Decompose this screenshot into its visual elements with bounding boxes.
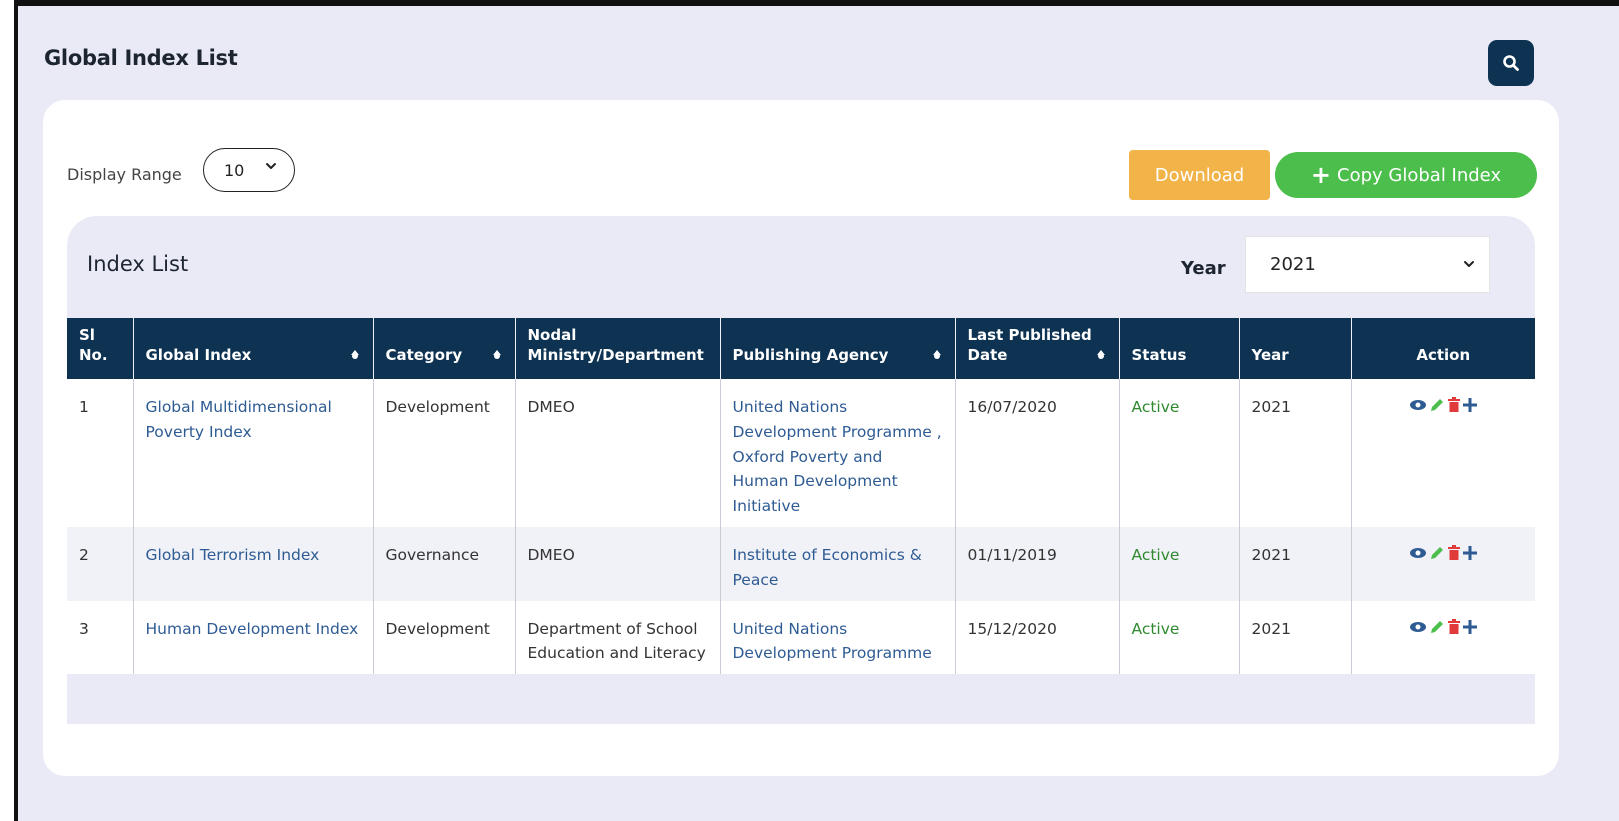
cell-category: Governance	[373, 526, 516, 601]
table-header-row: Sl No. Global Index Category Nodal Minis…	[67, 318, 1535, 379]
cell-status: Active	[1119, 379, 1240, 527]
search-button[interactable]	[1488, 40, 1534, 86]
plus-icon[interactable]	[1463, 619, 1478, 634]
delete-icon[interactable]	[1447, 397, 1461, 413]
year-filter-value: 2021	[1270, 254, 1316, 275]
header-nodal-ministry: Nodal Ministry/Department	[515, 318, 721, 379]
cell-category: Development	[373, 379, 516, 527]
header-last-published-date[interactable]: Last Published Date	[955, 318, 1120, 379]
year-filter-label: Year	[1181, 258, 1226, 279]
cell-actions	[1351, 526, 1535, 601]
index-list-panel: Index List Year 2021 Sl No. Global Index	[67, 216, 1535, 724]
cell-date: 15/12/2020	[955, 600, 1120, 675]
copy-global-index-label: Copy Global Index	[1337, 164, 1502, 186]
view-icon[interactable]	[1409, 620, 1427, 634]
table-row: 2 Global Terrorism Index Governance DMEO…	[67, 526, 1535, 601]
view-icon[interactable]	[1409, 398, 1427, 412]
cell-nodal-ministry: DMEO	[515, 379, 721, 527]
sort-icon[interactable]	[350, 349, 359, 361]
header-year: Year	[1239, 318, 1352, 379]
header-action: Action	[1351, 318, 1535, 379]
table-row: 1 Global Multidimensional Poverty Index …	[67, 379, 1535, 527]
cell-status: Active	[1119, 600, 1240, 675]
header-status: Status	[1119, 318, 1240, 379]
cell-nodal-ministry: Department of School Education and Liter…	[515, 600, 721, 675]
plus-icon[interactable]	[1463, 398, 1478, 412]
chevron-down-icon	[266, 163, 276, 169]
sort-icon[interactable]	[1096, 349, 1105, 361]
cell-category: Development	[373, 600, 516, 675]
cell-date: 01/11/2019	[955, 526, 1120, 601]
cell-sl-no: 2	[67, 526, 134, 601]
cell-year: 2021	[1239, 526, 1352, 601]
plus-icon[interactable]	[1463, 545, 1478, 560]
cell-status: Active	[1119, 526, 1240, 601]
delete-icon[interactable]	[1447, 618, 1461, 635]
view-icon[interactable]	[1409, 546, 1427, 560]
cell-year: 2021	[1239, 600, 1352, 675]
edit-icon[interactable]	[1429, 397, 1445, 413]
search-icon	[1503, 55, 1519, 71]
cell-publishing-agency: United Nations Development Programme , O…	[720, 379, 956, 527]
chevron-down-icon	[1464, 261, 1474, 267]
page-title: Global Index List	[44, 46, 238, 70]
cell-global-index-link[interactable]: Human Development Index	[133, 600, 374, 675]
display-range-select[interactable]: 10	[203, 148, 295, 192]
table-row: 3 Human Development Index Development De…	[67, 600, 1535, 675]
sort-icon[interactable]	[932, 349, 941, 361]
download-button[interactable]: Download	[1129, 150, 1270, 200]
sort-icon[interactable]	[492, 349, 501, 361]
display-range-label: Display Range	[67, 165, 182, 184]
main-panel: Global Index List Display Range 10 Downl…	[18, 6, 1619, 821]
index-table: Sl No. Global Index Category Nodal Minis…	[67, 318, 1535, 675]
copy-global-index-button[interactable]: + Copy Global Index	[1275, 152, 1537, 198]
header-global-index[interactable]: Global Index	[133, 318, 374, 379]
year-filter-select[interactable]: 2021	[1245, 236, 1490, 293]
header-sl-no: Sl No.	[67, 318, 134, 379]
index-list-title: Index List	[87, 252, 189, 276]
cell-actions	[1351, 379, 1535, 527]
cell-global-index-link[interactable]: Global Terrorism Index	[133, 526, 374, 601]
delete-icon[interactable]	[1447, 544, 1461, 561]
index-card: Display Range 10 Download + Copy Global …	[43, 100, 1559, 776]
plus-icon: +	[1310, 161, 1332, 189]
cell-sl-no: 1	[67, 379, 134, 527]
cell-publishing-agency: United Nations Development Programme	[720, 600, 956, 675]
cell-nodal-ministry: DMEO	[515, 526, 721, 601]
header-category[interactable]: Category	[373, 318, 516, 379]
cell-global-index-link[interactable]: Global Multidimensional Poverty Index	[133, 379, 374, 527]
cell-actions	[1351, 600, 1535, 675]
cell-date: 16/07/2020	[955, 379, 1120, 527]
cell-sl-no: 3	[67, 600, 134, 675]
cell-publishing-agency: Institute of Economics & Peace	[720, 526, 956, 601]
display-range-value: 10	[224, 160, 245, 180]
edit-icon[interactable]	[1429, 545, 1445, 561]
header-publishing-agency[interactable]: Publishing Agency	[720, 318, 956, 379]
cell-year: 2021	[1239, 379, 1352, 527]
edit-icon[interactable]	[1429, 619, 1445, 635]
